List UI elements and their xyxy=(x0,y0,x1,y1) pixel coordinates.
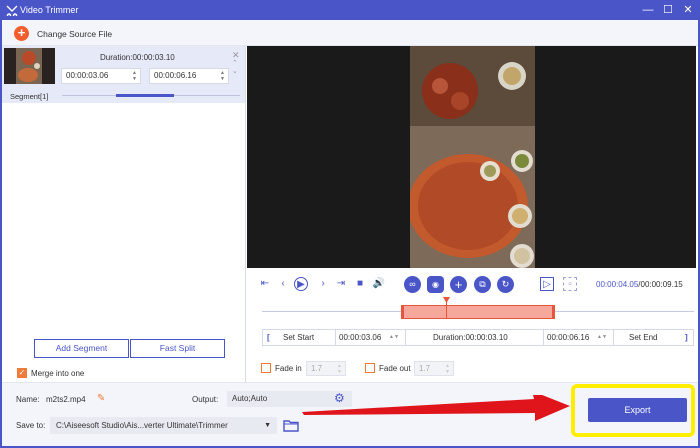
divider xyxy=(543,330,544,345)
video-frame xyxy=(410,46,535,268)
timeline-selection[interactable] xyxy=(403,305,553,319)
segment-range-bar xyxy=(116,94,174,97)
segment-end-value: 00:00:06.16 xyxy=(154,71,197,80)
stepper-icon[interactable]: ▲▼ xyxy=(220,70,225,82)
set-start-button[interactable]: Set Start xyxy=(283,330,314,345)
trim-controls: [ Set Start 00:00:03.06 ▲▼ Duration:00:0… xyxy=(262,329,694,346)
output-label: Output: xyxy=(192,395,219,404)
fade-out-field[interactable]: 1.7 ▲ ▼ xyxy=(414,361,454,376)
name-label: Name: xyxy=(16,395,40,404)
end-time-field[interactable]: 00:00:06.16 xyxy=(547,330,589,345)
play-segment-icon[interactable]: ▷ xyxy=(540,277,554,291)
fade-out-label: Fade out xyxy=(379,364,411,373)
fade-in-field[interactable]: 1.7 ▲ ▼ xyxy=(306,361,346,376)
loop-segment-icon[interactable]: ∞ xyxy=(404,276,421,293)
save-path-value: C:\Aiseesoft Studio\Ais...verter Ultimat… xyxy=(56,421,228,430)
start-time-field[interactable]: 00:00:03.06 xyxy=(339,330,381,345)
trim-duration: Duration:00:00:03.10 xyxy=(433,333,508,342)
fade-in-value: 1.7 xyxy=(311,364,323,373)
total-time: /00:00:09.15 xyxy=(638,280,683,289)
stepper-icon[interactable]: ▲▼ xyxy=(445,363,450,375)
stepper-icon[interactable]: ▲▼ xyxy=(132,70,137,82)
previous-frame-icon[interactable]: ‹ xyxy=(276,277,290,291)
segment-thumbnail xyxy=(4,48,55,84)
title-bar: Video Trimmer — ☐ ✕ xyxy=(0,0,700,20)
snapshot-icon[interactable]: ◉ xyxy=(427,276,444,293)
trim-start-handle[interactable] xyxy=(401,305,404,319)
reset-icon[interactable]: ↻ xyxy=(497,276,514,293)
segment-label: Segment[1] xyxy=(10,92,49,101)
playback-time: 00:00:04.05/00:00:09.15 xyxy=(596,280,683,289)
play-icon[interactable]: ▶ xyxy=(294,277,308,291)
fast-split-button[interactable]: Fast Split xyxy=(130,339,225,358)
export-button[interactable]: Export xyxy=(588,398,687,422)
stepper-icon[interactable]: ▲▼ xyxy=(597,330,607,345)
add-source-icon[interactable]: + xyxy=(14,26,29,41)
output-name: m2ts2.mp4 xyxy=(46,395,86,404)
volume-icon[interactable]: 🔊 xyxy=(372,277,386,291)
segment-duration: Duration:00:00:03.10 xyxy=(100,53,175,62)
segment-end-field[interactable]: 00:00:06.16 ▲ ▼ xyxy=(149,68,229,84)
save-to-label: Save to: xyxy=(16,421,46,430)
stepper-icon[interactable]: ▲▼ xyxy=(337,363,342,375)
window-title: Video Trimmer xyxy=(20,5,79,15)
dropdown-arrow-icon[interactable]: ▼ xyxy=(264,417,271,434)
add-segment-button[interactable]: Add Segment xyxy=(34,339,129,358)
divider xyxy=(613,330,614,345)
current-time: 00:00:04.05 xyxy=(596,280,639,289)
copy-segment-icon[interactable]: ⧉ xyxy=(474,276,491,293)
open-folder-icon[interactable] xyxy=(283,418,299,432)
fade-out-value: 1.7 xyxy=(419,364,431,373)
reorder-icon[interactable]: ⌃ ⌄ xyxy=(232,60,238,76)
merge-checkbox[interactable]: ✓ xyxy=(17,368,27,378)
maximize-icon[interactable]: ☐ xyxy=(660,2,676,18)
fade-in-checkbox[interactable] xyxy=(261,363,271,373)
edit-name-icon[interactable]: ✎ xyxy=(97,393,105,404)
segment-start-value: 00:00:03.06 xyxy=(66,71,109,80)
set-end-button[interactable]: Set End xyxy=(629,330,657,345)
change-source-button[interactable]: Change Source File xyxy=(37,29,112,39)
close-icon[interactable]: ✕ xyxy=(680,2,696,18)
go-to-start-icon[interactable]: ⇤ xyxy=(258,277,272,291)
merge-label: Merge into one xyxy=(31,369,85,378)
crop-icon[interactable]: ▫ xyxy=(563,277,577,291)
divider xyxy=(335,330,336,345)
output-format-value: Auto;Auto xyxy=(232,394,268,403)
stepper-icon[interactable]: ▲▼ xyxy=(389,330,399,345)
start-bracket-icon: [ xyxy=(267,333,270,342)
end-bracket-icon: ] xyxy=(685,333,688,342)
stop-icon[interactable]: ■ xyxy=(353,277,367,291)
annotation-arrow-icon xyxy=(302,395,570,421)
trim-end-handle[interactable] xyxy=(552,305,555,319)
app-logo-icon xyxy=(6,5,18,16)
segment-start-field[interactable]: 00:00:03.06 ▲ ▼ xyxy=(61,68,141,84)
save-path-dropdown[interactable]: C:\Aiseesoft Studio\Ais...verter Ultimat… xyxy=(50,417,277,434)
minimize-icon[interactable]: — xyxy=(640,2,656,18)
add-icon[interactable]: + xyxy=(450,276,467,293)
go-to-end-icon[interactable]: ⇥ xyxy=(334,277,348,291)
fade-out-checkbox[interactable] xyxy=(365,363,375,373)
panel-divider xyxy=(245,46,246,382)
divider xyxy=(405,330,406,345)
fade-in-label: Fade in xyxy=(275,364,302,373)
next-frame-icon[interactable]: › xyxy=(316,277,330,291)
